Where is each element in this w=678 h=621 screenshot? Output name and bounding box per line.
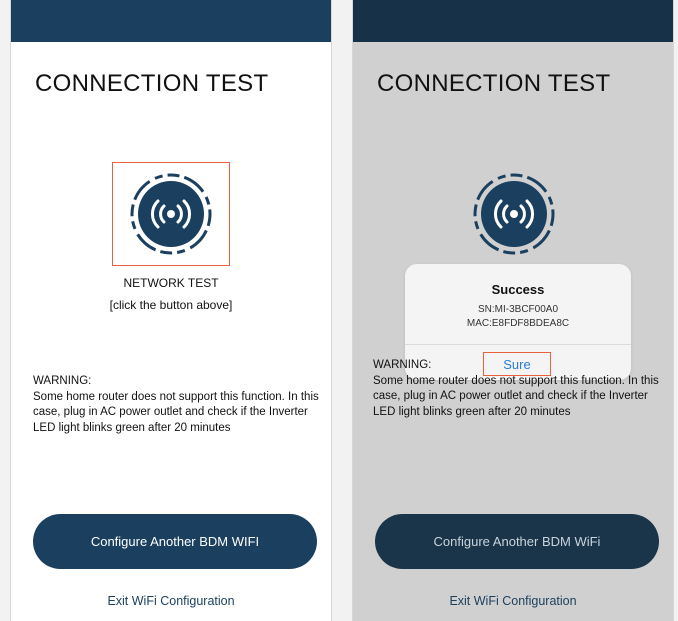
configure-another-wifi-button[interactable]: Configure Another BDM WiFi [375,514,659,569]
dialog-divider [405,344,631,345]
serial-number: SN:MI-3BCF00A0 [477,304,559,315]
warning-heading: WARNING: [373,359,432,371]
warning-notice: WARNING: Some home router does not suppo… [373,358,663,420]
warning-heading: WARNING: [33,375,92,387]
exit-wifi-configuration-link[interactable]: Exit WiFi Configuration [11,594,331,608]
page-title: CONNECTION TEST [377,70,611,97]
page-title: CONNECTION TEST [35,70,269,97]
connection-test-screen: CONNECTION TEST NETWORK TEST [click the … [10,0,332,621]
configure-another-wifi-button[interactable]: Configure Another BDM WIFI [33,514,317,569]
wireless-signal-icon [473,173,555,255]
warning-body: Some home router does not support this f… [33,390,319,434]
app-header-bar [11,0,331,42]
connection-test-result-screen: CONNECTION TEST Success SN:MI-3BCF00A0 M… [352,0,674,621]
warning-notice: WARNING: Some home router does not suppo… [33,374,323,436]
network-test-hint: [click the button above] [109,298,233,312]
exit-wifi-configuration-link[interactable]: Exit WiFi Configuration [353,594,673,608]
network-test-button[interactable] [455,162,573,266]
mac-address: MAC:E8FDF8BDEA8C [466,318,570,329]
network-test-button[interactable] [112,162,230,266]
wireless-signal-icon [130,173,212,255]
network-test-label: NETWORK TEST [123,276,219,290]
app-header-bar [353,0,673,42]
warning-body: Some home router does not support this f… [373,374,659,418]
dialog-title: Success [491,282,545,297]
